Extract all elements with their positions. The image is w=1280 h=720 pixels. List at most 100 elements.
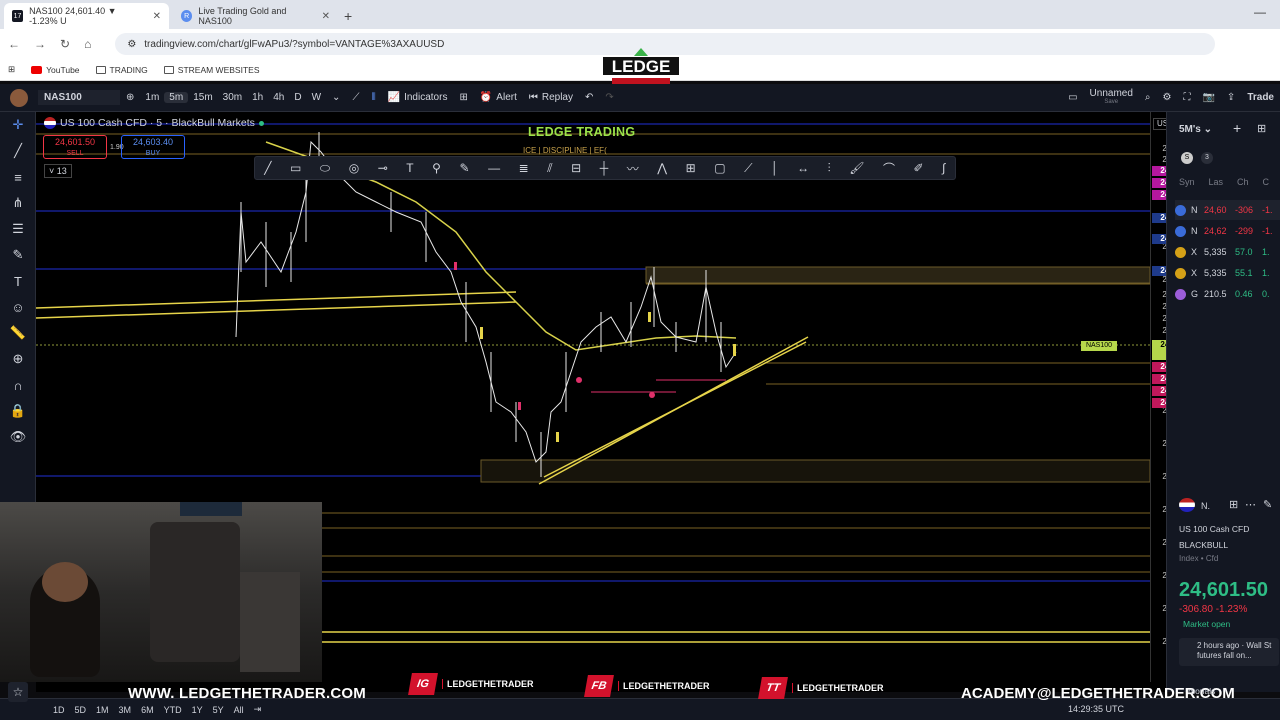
gann-icon[interactable]: ⊟ (571, 161, 581, 175)
site-info-icon[interactable]: ⚙ (127, 39, 136, 50)
zoom-icon[interactable]: ⊕ (0, 346, 36, 372)
rectangle-tool-icon[interactable]: ▭ (290, 161, 301, 175)
lock-icon[interactable]: 🔒 (0, 398, 36, 424)
eye-icon[interactable]: 👁 (0, 424, 36, 450)
magnet-icon[interactable]: ∩ (0, 372, 36, 398)
arc-icon[interactable]: ⌒ (883, 160, 895, 177)
publish-icon[interactable]: ⇪ (1221, 92, 1241, 103)
range-all[interactable]: All (229, 705, 249, 715)
trade-button[interactable]: Trade (1241, 92, 1280, 103)
sell-button[interactable]: 24,601.50 SELL (43, 135, 107, 159)
path-icon[interactable]: 〰 (627, 160, 639, 177)
timeframe-5m[interactable]: 5m (164, 92, 189, 103)
watchlist-row[interactable]: X 5,335 57.0 1. (1175, 242, 1280, 262)
channel-icon[interactable]: ⫽ (547, 161, 552, 176)
ellipse-tool-icon[interactable]: ⬭ (320, 161, 330, 176)
callout-icon[interactable]: ▢ (714, 161, 725, 175)
back-icon[interactable]: ← (8, 37, 20, 51)
layout-name-button[interactable]: Unnamed Save (1084, 88, 1139, 107)
crosshair-icon[interactable]: ✛ (0, 112, 36, 138)
candles-icon[interactable]: ⫴ (365, 92, 381, 103)
bookmark-youtube[interactable]: YouTube (31, 65, 80, 75)
minimize-icon[interactable]: — (1254, 5, 1266, 19)
apps-grid-icon[interactable]: ⊞ (8, 64, 15, 75)
reload-icon[interactable]: ↻ (60, 37, 70, 51)
line-chart-icon[interactable]: ⟋ (346, 92, 365, 103)
indicators-button[interactable]: 📈 Indicators (382, 92, 454, 103)
line-tool-icon[interactable]: ╱ (264, 161, 271, 175)
fullscreen-icon[interactable]: ⛶ (1177, 92, 1196, 103)
new-tab-icon[interactable]: + (344, 3, 352, 29)
user-avatar[interactable] (10, 88, 28, 107)
layout-icon[interactable]: ▭ (1062, 92, 1083, 103)
indicator-collapse-toggle[interactable]: ˅ 13 (44, 164, 72, 178)
edit-icon[interactable]: ✎ (1263, 498, 1272, 511)
range-1y[interactable]: 1Y (187, 705, 208, 715)
watchlist-title[interactable]: 5M's ⌄ (1179, 124, 1212, 135)
trend-line-icon[interactable]: ╱ (0, 138, 36, 164)
add-symbol-icon[interactable]: + (1233, 120, 1241, 136)
details-layout-icon[interactable]: ⊞ (1229, 498, 1238, 511)
pitchfork-icon[interactable]: ⋔ (0, 190, 36, 216)
bookmark-stream-websites[interactable]: STREAM WEBSITES (163, 65, 260, 75)
text-icon[interactable]: T (0, 268, 36, 294)
utc-clock[interactable]: 14:29:35 UTC (1068, 704, 1124, 714)
cross-line-icon[interactable]: ┼ (600, 161, 609, 175)
horizontal-line-icon[interactable]: — (488, 161, 500, 175)
timeframe-1h[interactable]: 1h (247, 92, 268, 103)
watchlist-row[interactable]: X 5,335 55.1 1. (1175, 263, 1280, 283)
range-6m[interactable]: 6M (136, 705, 159, 715)
browser-tab-live-trading[interactable]: R Live Trading Gold and NAS100 ✕ (173, 3, 338, 29)
volume-profile-icon[interactable]: ⫶ (828, 161, 831, 176)
price-axis[interactable]: USD 24,803.9724,803.4724,720.0024,680.00… (1150, 112, 1166, 682)
long-position-icon[interactable]: ⊞ (686, 161, 696, 175)
quick-search-icon[interactable]: ⌕ (1139, 92, 1157, 103)
watchlist-row[interactable]: N 24,62 -299 -1. (1175, 221, 1280, 241)
range-1d[interactable]: 1D (48, 705, 70, 715)
brush-icon[interactable]: ✎ (0, 242, 36, 268)
watchlist-layout-icon[interactable]: ⊞ (1257, 122, 1266, 135)
pin-icon[interactable]: ⚲ (432, 161, 441, 175)
favorite-star-icon[interactable]: ☆ (8, 682, 28, 702)
range-5y[interactable]: 5Y (208, 705, 229, 715)
patterns-icon[interactable]: ☰ (0, 216, 36, 242)
timeframe-1m[interactable]: 1m (140, 92, 164, 103)
ruler-icon[interactable]: 📏 (0, 320, 36, 346)
horizontal-lines-icon[interactable]: ≡ (0, 164, 36, 190)
home-icon[interactable]: ⌂ (84, 37, 91, 51)
timeframe-4h[interactable]: 4h (268, 92, 289, 103)
redo-icon[interactable]: ↷ (599, 92, 619, 103)
ray-icon[interactable]: ⟋ (744, 161, 752, 176)
timeframe-30m[interactable]: 30m (218, 92, 247, 103)
date-range-icon[interactable]: ↔ (797, 161, 809, 175)
range-5d[interactable]: 5D (70, 705, 92, 715)
templates-icon[interactable]: ⊞ (453, 92, 473, 103)
camera-icon[interactable]: 📷 (1196, 92, 1220, 103)
column-change-pct[interactable]: C (1263, 177, 1270, 187)
range-ytd[interactable]: YTD (159, 705, 187, 715)
timeframe-d[interactable]: D (289, 92, 306, 103)
watchlist-row[interactable]: G 210.5 0.46 0. (1175, 284, 1280, 304)
zigzag-icon[interactable]: ⋀ (657, 161, 667, 175)
details-more-icon[interactable]: ⋯ (1245, 498, 1256, 511)
news-item[interactable]: 2 hours ago · Wall St futures fall on... (1179, 638, 1279, 666)
vertical-line-icon[interactable]: │ (771, 161, 779, 175)
personals-label[interactable]: rsonals (1188, 686, 1215, 696)
settings-gear-icon[interactable]: ⚙ (1157, 92, 1178, 103)
column-last[interactable]: Las (1209, 177, 1224, 187)
browser-tab-tradingview[interactable]: 17 NAS100 24,601.40 ▼ -1.23% U ✕ (4, 3, 169, 29)
bookmark-trading[interactable]: TRADING (95, 65, 148, 75)
currency-selector[interactable]: USD (1153, 118, 1166, 130)
text-tool-icon[interactable]: T (406, 161, 413, 175)
column-change[interactable]: Ch (1237, 177, 1249, 187)
watchlist-row[interactable]: N 24,60 -306 -1. (1175, 200, 1280, 220)
buy-button[interactable]: 24,603.40 BUY (121, 135, 185, 159)
curve-icon[interactable]: ∫ (942, 161, 945, 175)
range-1m[interactable]: 1M (91, 705, 114, 715)
replay-button[interactable]: ⏮ Replay (523, 92, 579, 103)
list-icon[interactable]: S (1181, 152, 1193, 164)
goto-date-icon[interactable]: ⇥ (249, 704, 267, 715)
brush-tool-icon[interactable]: 🖌 (849, 161, 864, 175)
chevron-down-icon[interactable]: ⌄ (326, 92, 346, 103)
range-3m[interactable]: 3M (114, 705, 137, 715)
